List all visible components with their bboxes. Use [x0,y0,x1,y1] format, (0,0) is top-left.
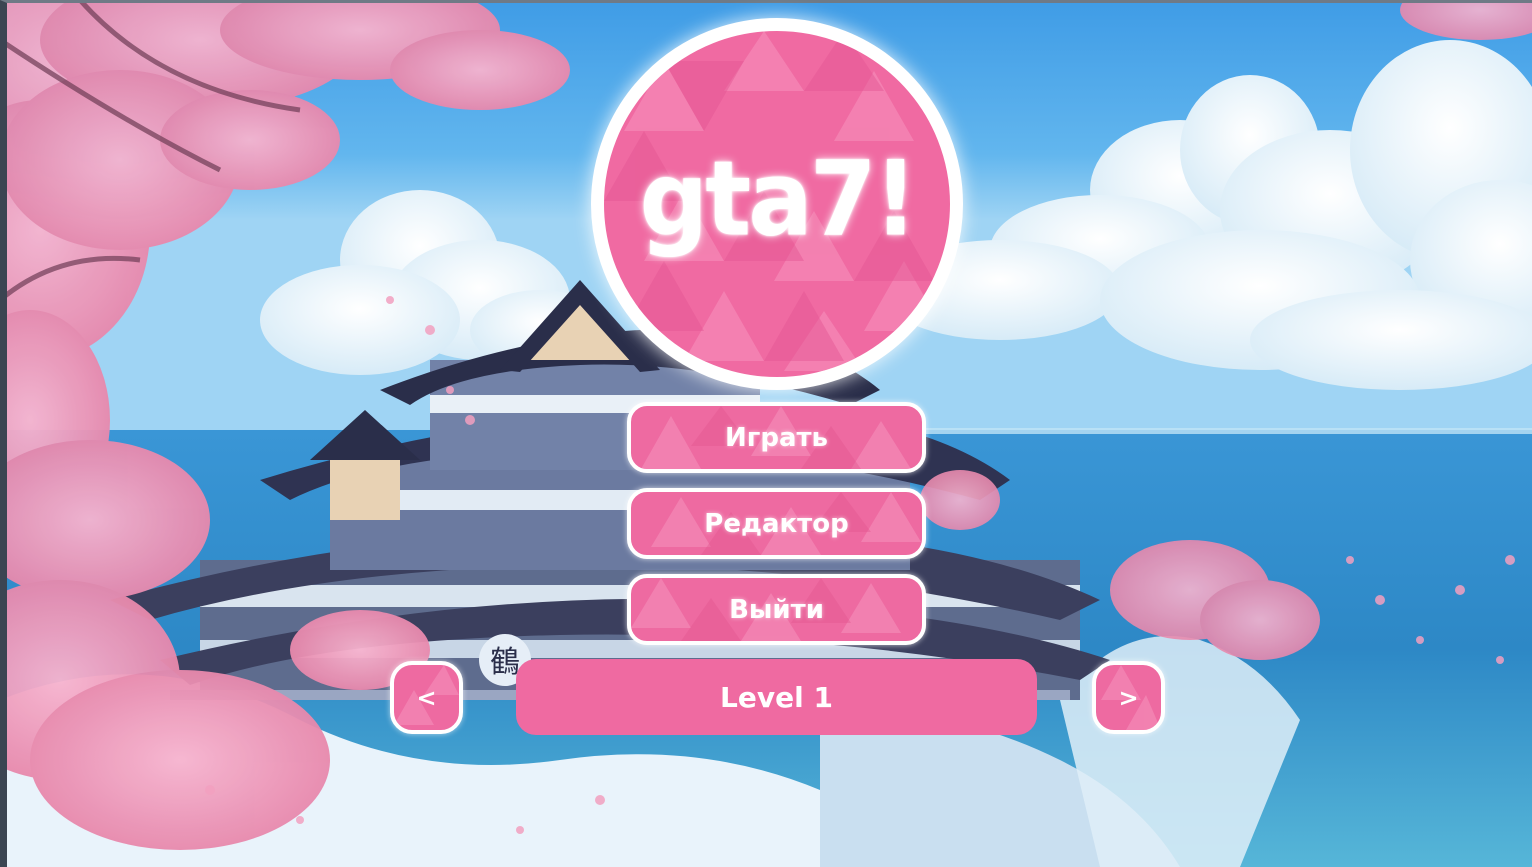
play-button-label: Играть [724,422,828,453]
main-menu-screen: 鶴 gta7! Играть Редактор Выйти < Level 1 … [0,0,1532,867]
game-logo: gta7! [591,18,963,390]
next-level-button[interactable]: > [1092,661,1165,734]
previous-level-button[interactable]: < [390,661,463,734]
play-button[interactable]: Играть [627,402,926,473]
exit-button[interactable]: Выйти [627,574,926,645]
logo-text: gta7! [639,138,918,260]
next-level-label: > [1118,683,1139,712]
exit-button-label: Выйти [729,594,824,625]
editor-button[interactable]: Редактор [627,488,926,559]
editor-button-label: Редактор [704,508,849,539]
current-level-display: Level 1 [516,659,1037,735]
previous-level-label: < [416,683,437,712]
